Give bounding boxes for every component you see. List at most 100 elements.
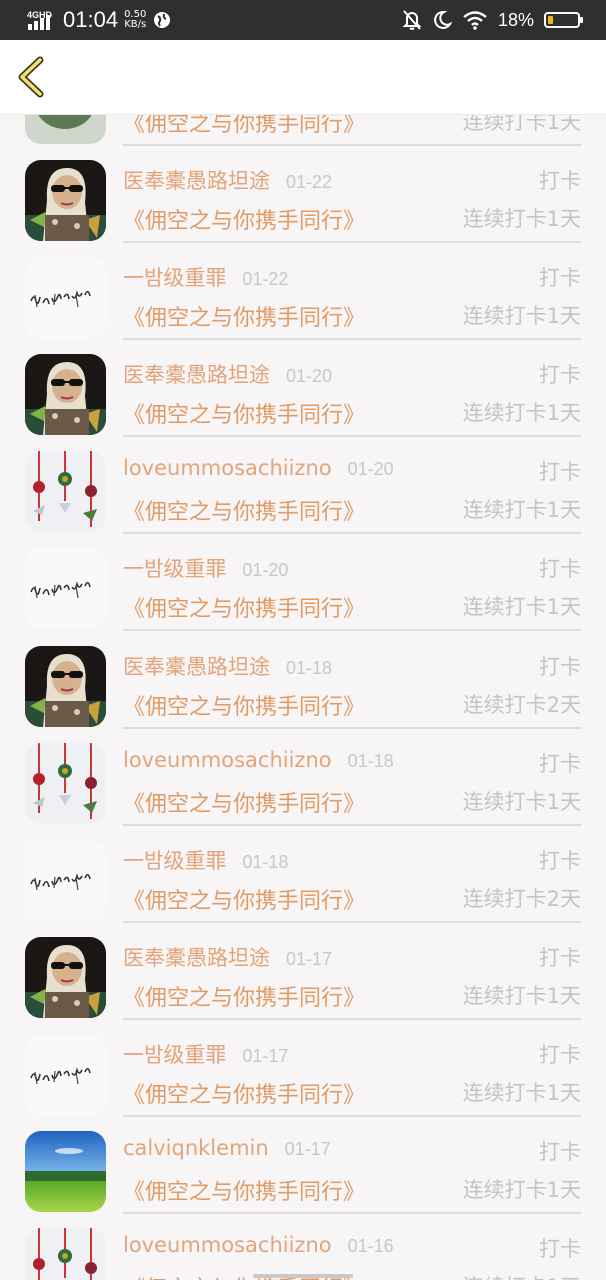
avatar[interactable] (25, 645, 106, 727)
avatar[interactable] (25, 160, 106, 242)
chevron-left-icon (18, 56, 44, 98)
checkin-action[interactable]: 打卡 (539, 942, 581, 972)
user-name[interactable]: loveummosachiizno (123, 748, 332, 772)
book-title[interactable]: 《佣空之与你携手同行》 (123, 591, 365, 623)
list-item[interactable]: 医奉橐愚路坦途 01-17 打卡 《佣空之与你携手同行》 连续打卡1天 (0, 922, 606, 1020)
book-title[interactable]: 《佣空之与你携手同行》 (123, 883, 365, 915)
checkin-date: 01-22 (286, 172, 333, 193)
book-title[interactable]: 《佣空之与你携手同行》 (123, 300, 365, 332)
checkin-action[interactable]: 打卡 (539, 262, 581, 292)
list-item-content: 一밤级重罪 01-20 打卡 《佣空之与你携手同行》 连续打卡1天 (123, 533, 581, 632)
list-item-content: loveummosachiizno 01-20 打卡 《佣空之与你携手同行》 连续… (123, 436, 581, 535)
book-title[interactable]: 《佣空之与你携手同行》 (123, 689, 365, 721)
list-item[interactable]: loveummosachiizno 01-18 打卡 《佣空之与你携手同行》 连续… (0, 728, 606, 826)
streak-count: 连续打卡2天 (462, 692, 581, 717)
user-name[interactable]: 一밤级重罪 (123, 557, 226, 581)
checkin-date: 01-20 (242, 560, 289, 581)
globe-icon (154, 12, 171, 28)
book-title[interactable]: 《佣空之与你携手同行》 (123, 397, 365, 429)
avatar[interactable] (25, 548, 106, 630)
book-title[interactable]: 《佣空之与你携手同行》 (123, 980, 365, 1012)
user-name-line[interactable]: loveummosachiizno 01-20 (123, 456, 394, 480)
user-name-line[interactable]: 医奉橐愚路坦途 01-22 (123, 165, 332, 195)
book-title[interactable]: 《佣空之与你携手同行》 (123, 494, 365, 526)
list-item[interactable]: calviqnklemin 01-17 打卡 《佣空之与你携手同行》 连续打卡1天 (0, 1116, 606, 1215)
user-name[interactable]: 医奉橐愚路坦途 (123, 363, 270, 387)
checkin-action[interactable]: 打卡 (539, 845, 581, 875)
list-item[interactable]: 《佣空之与你携手同行》 连续打卡1天 (0, 114, 606, 146)
avatar[interactable] (25, 114, 106, 144)
streak-count: 连续打卡1天 (462, 789, 581, 814)
avatar[interactable] (25, 257, 106, 339)
list-item-content: 《佣空之与你携手同行》 连续打卡1天 (123, 114, 581, 146)
user-name-line[interactable]: 医奉橐愚路坦途 01-17 (123, 942, 332, 972)
checkin-action[interactable]: 打卡 (539, 456, 581, 486)
list-item[interactable]: 医奉橐愚路坦途 01-22 打卡 《佣空之与你携手同行》 连续打卡1天 (0, 145, 606, 244)
user-name[interactable]: loveummosachiizno (123, 456, 332, 480)
list-item[interactable]: 医奉橐愚路坦途 01-20 打卡 《佣空之与你携手同行》 连续打卡1天 (0, 339, 606, 438)
user-name-line[interactable]: 一밤级重罪 01-17 (123, 1039, 288, 1069)
battery-icon (544, 12, 583, 28)
checkin-list[interactable]: 《佣空之与你携手同行》 连续打卡1天 医奉橐愚路坦途 01-22 打卡 《佣空之与… (0, 114, 606, 1280)
user-name[interactable]: 一밤级重罪 (123, 1043, 226, 1067)
avatar[interactable] (25, 1228, 106, 1280)
streak-count: 连续打卡1天 (462, 498, 581, 523)
user-name[interactable]: 医奉橐愚路坦途 (123, 655, 270, 679)
user-name[interactable]: 医奉橐愚路坦途 (123, 169, 270, 193)
checkin-action[interactable]: 打卡 (539, 1233, 581, 1263)
book-title[interactable]: 《佣空之与你携手同行》 (123, 203, 365, 235)
checkin-date: 01-17 (284, 1139, 331, 1160)
list-item[interactable]: 一밤级重罪 01-18 打卡 《佣空之与你携手同行》 连续打卡2天 (0, 825, 606, 923)
user-name[interactable]: 一밤级重罪 (123, 849, 226, 873)
avatar[interactable] (25, 742, 106, 824)
user-name-line[interactable]: 一밤级重罪 01-18 (123, 845, 288, 875)
user-name-line[interactable]: 一밤级重罪 01-22 (123, 262, 288, 292)
checkin-action[interactable]: 打卡 (539, 1039, 581, 1069)
list-item[interactable]: 一밤级重罪 01-22 打卡 《佣空之与你携手同行》 连续打卡1天 (0, 242, 606, 341)
book-title[interactable]: 《佣空之与你携手同行》 (123, 1077, 365, 1109)
checkin-action[interactable]: 打卡 (539, 748, 581, 778)
checkin-action[interactable]: 打卡 (539, 553, 581, 583)
user-name-line[interactable]: 医奉橐愚路坦途 01-20 (123, 359, 332, 389)
checkin-action[interactable]: 打卡 (539, 651, 581, 681)
checkin-date: 01-17 (242, 1045, 289, 1066)
user-name-line[interactable]: calviqnklemin 01-17 (123, 1136, 331, 1160)
user-name[interactable]: 医奉橐愚路坦途 (123, 946, 270, 970)
user-name-line[interactable]: loveummosachiizno 01-18 (123, 748, 394, 772)
streak-count: 连续打卡1天 (462, 401, 581, 426)
list-item[interactable]: 医奉橐愚路坦途 01-18 打卡 《佣空之与你携手同行》 连续打卡2天 (0, 631, 606, 729)
user-name-line[interactable]: 一밤级重罪 01-20 (123, 553, 288, 583)
streak-count: 连续打卡1天 (462, 114, 581, 134)
list-item[interactable]: 一밤级重罪 01-20 打卡 《佣空之与你携手同行》 连续打卡1天 (0, 533, 606, 632)
avatar[interactable] (25, 354, 106, 436)
knots-avatar-image (25, 742, 106, 824)
list-item[interactable]: loveummosachiizno01-16 打卡 《佣空之与你携手同行》 连续… (0, 1213, 606, 1280)
list-item-content: 医奉橐愚路坦途 01-20 打卡 《佣空之与你携手同行》 连续打卡1天 (123, 339, 581, 438)
avatar[interactable] (25, 451, 106, 533)
woman-avatar-image (25, 160, 106, 242)
user-name-line[interactable]: loveummosachiizno 01-16 (123, 1233, 394, 1257)
avatar[interactable] (25, 1131, 106, 1213)
book-title[interactable]: 《佣空之与你携手同行》 (123, 786, 365, 818)
checkin-action[interactable]: 打卡 (539, 1136, 581, 1166)
book-title[interactable]: 《佣空之与你携手同行》 (123, 114, 365, 138)
clock: 01:04 (63, 7, 119, 32)
checkin-date: 01-18 (347, 750, 394, 771)
book-title[interactable]: 《佣空之与你携手同行》 (123, 1174, 365, 1206)
user-name[interactable]: 一밤级重罪 (123, 266, 226, 290)
checkin-action[interactable]: 打卡 (539, 165, 581, 195)
user-name-line[interactable]: 医奉橐愚路坦途 01-18 (123, 651, 332, 681)
wifi-icon (463, 11, 487, 30)
list-item[interactable]: 一밤级重罪 01-17 打卡 《佣空之与你携手同行》 连续打卡1天 (0, 1019, 606, 1117)
back-button[interactable] (14, 56, 54, 98)
list-item-content: 医奉橐愚路坦途 01-17 打卡 《佣空之与你携手同行》 连续打卡1天 (123, 922, 581, 1020)
avatar[interactable] (25, 839, 106, 921)
avatar[interactable] (25, 936, 106, 1018)
checkin-action[interactable]: 打卡 (539, 359, 581, 389)
avatar[interactable] (25, 1033, 106, 1115)
list-item[interactable]: loveummosachiizno 01-20 打卡 《佣空之与你携手同行》 连续… (0, 436, 606, 535)
checkin-date: 01-18 (286, 657, 333, 678)
user-name[interactable]: loveummosachiizno (123, 1233, 332, 1257)
user-name[interactable]: calviqnklemin (123, 1136, 269, 1160)
list-item-content: 一밤级重罪 01-18 打卡 《佣空之与你携手同行》 连续打卡2天 (123, 825, 581, 923)
